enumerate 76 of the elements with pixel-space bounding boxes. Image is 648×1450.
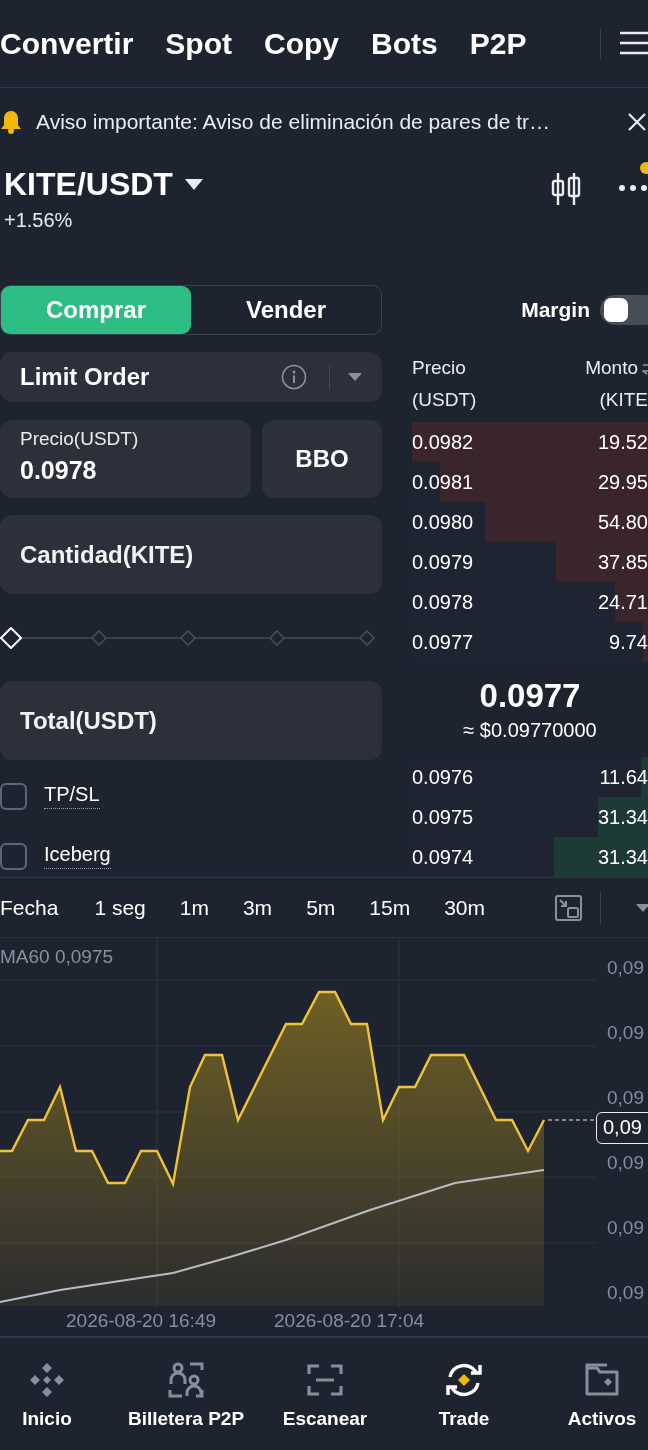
close-icon[interactable] — [628, 113, 646, 131]
interval-tab[interactable]: Fecha — [0, 895, 59, 920]
ask-price[interactable]: 0.0981 — [412, 470, 474, 494]
expand-icon[interactable] — [555, 895, 582, 921]
nav-tab[interactable]: P2P — [469, 26, 527, 61]
margin-label: Margin — [521, 298, 590, 322]
bid-price[interactable]: 0.0975 — [412, 805, 474, 829]
column-header: (KITE — [599, 388, 648, 412]
bid-price[interactable]: 0.0976 — [412, 765, 474, 789]
interval-tab[interactable]: 1 seg — [94, 895, 146, 920]
axis-label: 0,09 — [607, 1216, 644, 1240]
column-header: Precio (USDT) — [412, 356, 478, 412]
interval-tab[interactable]: 15m — [369, 895, 411, 920]
bid-amount: 31.34 — [597, 805, 648, 829]
nav-item[interactable]: Escanear — [278, 1360, 372, 1450]
ask-amount: 54.80 — [597, 510, 648, 534]
ask-amount: 37.85 — [597, 550, 648, 574]
ask-price[interactable]: 0.0980 — [412, 510, 474, 534]
option-label[interactable]: TP/SL — [44, 783, 100, 809]
price-change: +1.56% — [4, 209, 73, 232]
axis-label: 0,09 — [607, 1086, 644, 1110]
info-icon[interactable] — [281, 364, 307, 390]
nav-tab[interactable]: Copy — [264, 26, 339, 61]
ask-price[interactable]: 0.0978 — [412, 590, 474, 614]
interval-tab[interactable]: 1m — [179, 895, 209, 920]
axis-label: 0,09 — [607, 1151, 644, 1175]
axis-label: 0,09 — [607, 1281, 644, 1305]
nav-tab[interactable]: Spot — [165, 26, 232, 61]
order-type-select[interactable]: Limit Order — [0, 352, 382, 402]
interval-tab[interactable]: 30m — [444, 895, 486, 920]
menu-icon[interactable] — [620, 30, 648, 56]
side-tab[interactable]: Vender — [191, 286, 381, 334]
ask-amount: 29.95 — [597, 470, 648, 494]
usd-price: ≈ $0.09770000 — [463, 719, 597, 742]
slider-thumb[interactable] — [0, 626, 22, 649]
column-header: Monto — [585, 356, 638, 380]
ask-amount: 9.74 — [609, 630, 648, 654]
bid-price[interactable]: 0.0974 — [412, 845, 474, 869]
last-price: 0.0977 — [479, 677, 581, 715]
slider-track[interactable] — [0, 626, 378, 649]
ask-amount: 19.52 — [597, 430, 648, 454]
axis-label: 0,09 — [607, 956, 644, 980]
interval-tab[interactable]: 3m — [242, 895, 273, 920]
ask-price[interactable]: 0.0977 — [412, 630, 474, 654]
checkbox[interactable] — [0, 842, 27, 870]
candlestick-icon[interactable] — [550, 171, 582, 207]
nav-item[interactable]: Trade — [372, 1360, 556, 1450]
ask-price[interactable]: 0.0979 — [412, 550, 474, 574]
quantity-field[interactable]: Cantidad(KITE) — [0, 515, 382, 594]
bell-icon — [0, 110, 22, 134]
price-field[interactable]: Precio(USDT) 0.0978 — [0, 420, 251, 498]
nav-item[interactable]: Inicio — [0, 1360, 94, 1450]
nav-tab[interactable]: Bots — [371, 26, 438, 61]
bid-amount: 11.64 — [599, 765, 648, 789]
p2p-icon — [166, 1360, 206, 1400]
option-label[interactable]: Iceberg — [44, 843, 111, 869]
bbo-button[interactable]: BBO — [262, 420, 382, 498]
nav-item[interactable]: Activos — [556, 1360, 648, 1450]
price-guide-line — [547, 1119, 596, 1121]
bid-amount: 31.34 — [597, 845, 648, 869]
ask-price[interactable]: 0.0982 — [412, 430, 474, 454]
axis-label: 2026-08-20 16:49 — [66, 1310, 216, 1333]
checkbox[interactable] — [0, 782, 27, 810]
caret-icon[interactable] — [184, 178, 203, 191]
indicator-label: MA60 0,0975 — [0, 946, 114, 968]
interval-tab[interactable]: 5m — [306, 895, 336, 920]
pair-symbol[interactable]: KITE/USDT — [4, 166, 173, 203]
price-tag: 0,09 — [596, 1112, 648, 1144]
nav-tab[interactable]: Convertir — [0, 26, 134, 61]
notice-text: Aviso importante: Aviso de eliminación de pares de tr… — [36, 110, 551, 134]
margin-toggle[interactable] — [600, 295, 648, 325]
axis-label: 0,09 — [607, 1021, 644, 1045]
total-field[interactable]: Total(USDT) — [0, 681, 382, 760]
axis-label: 2026-08-20 17:04 — [274, 1310, 425, 1333]
nav-item[interactable]: Billetera P2P — [94, 1360, 278, 1450]
ask-amount: 24.71 — [597, 590, 648, 614]
